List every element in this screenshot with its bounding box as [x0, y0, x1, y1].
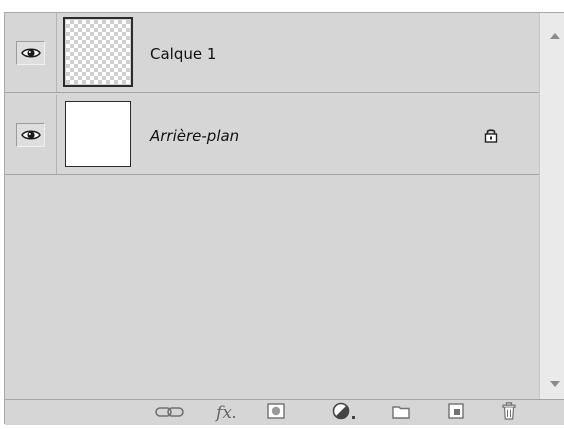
visibility-column — [5, 95, 57, 174]
scroll-down-button[interactable] — [540, 369, 564, 393]
eye-icon — [20, 126, 41, 145]
layer-mask-button[interactable] — [265, 403, 287, 423]
vertical-scrollbar[interactable] — [539, 13, 564, 399]
fx-icon: fx — [216, 403, 232, 423]
layers-panel: Calque 1 Arrière-plan fx — [4, 12, 564, 425]
layer-row-calque-1[interactable]: Calque 1 — [5, 13, 539, 93]
arrow-up-icon — [550, 24, 560, 43]
scroll-up-button[interactable] — [540, 21, 564, 45]
eye-icon — [20, 44, 41, 63]
visibility-column — [5, 13, 57, 92]
layer-mask-icon — [267, 403, 285, 423]
delete-layer-button[interactable] — [499, 402, 519, 424]
dropdown-dot-icon — [232, 404, 238, 423]
layer-thumbnail[interactable] — [65, 101, 131, 167]
layer-row-arriere-plan[interactable]: Arrière-plan — [5, 95, 539, 175]
new-group-button[interactable] — [390, 403, 412, 423]
visibility-toggle[interactable] — [16, 41, 45, 65]
new-layer-button[interactable] — [446, 403, 466, 423]
layer-name[interactable]: Arrière-plan — [150, 127, 239, 145]
trash-icon — [502, 402, 516, 424]
link-layers-button[interactable] — [153, 403, 187, 423]
new-layer-icon — [448, 403, 464, 423]
layer-name[interactable]: Calque 1 — [150, 45, 216, 63]
layers-footer-toolbar: fx — [5, 399, 564, 425]
link-layers-icon — [155, 404, 185, 423]
layer-thumbnail[interactable] — [63, 17, 133, 87]
lock-icon[interactable] — [483, 127, 499, 143]
adjustment-layer-button[interactable] — [330, 402, 360, 424]
new-group-icon — [392, 404, 410, 423]
fx-button[interactable]: fx — [207, 403, 247, 423]
arrow-down-icon — [550, 372, 560, 391]
visibility-toggle[interactable] — [16, 123, 45, 147]
layers-list: Calque 1 Arrière-plan — [5, 13, 539, 399]
adjustment-layer-icon — [332, 402, 358, 424]
